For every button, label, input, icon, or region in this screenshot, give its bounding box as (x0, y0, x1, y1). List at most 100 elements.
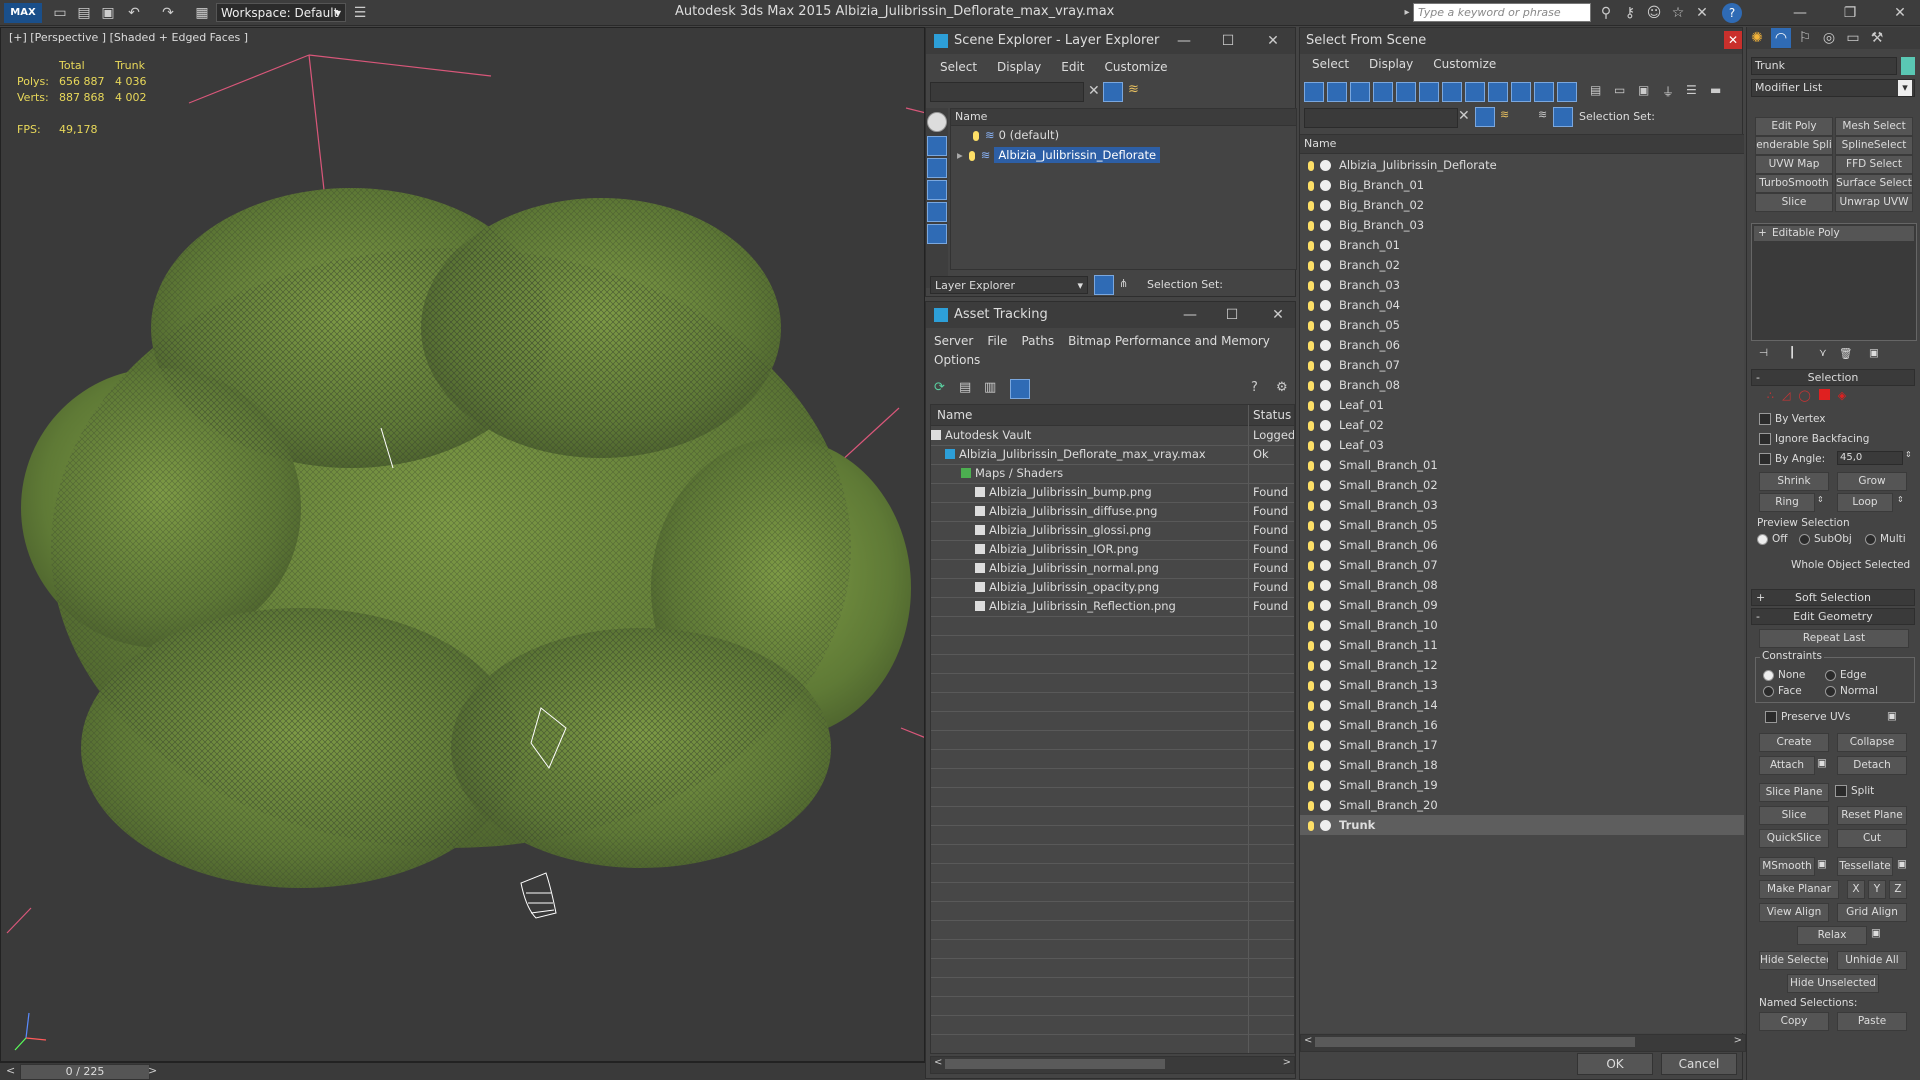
object-row[interactable]: Small_Branch_18 (1300, 755, 1744, 775)
exchange-icon[interactable]: ✕ (1692, 3, 1712, 23)
by-vertex-checkbox[interactable]: By Vertex (1759, 413, 1826, 425)
display-cameras-icon[interactable] (1373, 82, 1393, 102)
display-helpers-icon[interactable] (927, 202, 947, 222)
loop-button[interactable]: Loop (1837, 493, 1893, 512)
object-row[interactable]: Small_Branch_01 (1300, 455, 1744, 475)
relax-button[interactable]: Relax (1797, 926, 1867, 945)
light-bulb-icon[interactable] (1308, 160, 1314, 171)
detach-button[interactable]: Detach (1837, 756, 1907, 775)
workspace-dropdown[interactable]: Workspace: Default ▾ (216, 3, 346, 22)
project-folder-icon[interactable]: ▦ (192, 3, 212, 23)
object-row[interactable]: Small_Branch_06 (1300, 535, 1744, 555)
attach-list-icon[interactable]: ▣ (1817, 757, 1827, 769)
time-slider-thumb[interactable]: 0 / 225 (20, 1064, 150, 1080)
object-row[interactable]: Leaf_02 (1300, 415, 1744, 435)
light-bulb-icon[interactable] (1308, 520, 1314, 531)
modifier-list-dropdown[interactable]: Modifier List ▾ (1751, 79, 1915, 97)
display-lights-icon[interactable] (927, 158, 947, 178)
restore-icon[interactable]: ❐ (1840, 3, 1860, 23)
user-icon[interactable]: ☺ (1644, 3, 1664, 23)
light-bulb-icon[interactable] (1308, 240, 1314, 251)
light-bulb-icon[interactable] (1308, 660, 1314, 671)
light-bulb-icon[interactable] (1308, 760, 1314, 771)
asset-row[interactable]: Albizia_Julibrissin_diffuse.png Found (931, 502, 1294, 522)
workspace-menu-icon[interactable]: ☰ (350, 3, 370, 23)
object-row[interactable]: Small_Branch_20 (1300, 795, 1744, 815)
show-end-result-icon[interactable]: ┃ (1789, 347, 1795, 359)
object-row[interactable]: Small_Branch_07 (1300, 555, 1744, 575)
msmooth-button[interactable]: MSmooth (1759, 857, 1815, 876)
reset-plane-button[interactable]: Reset Plane (1837, 806, 1907, 825)
pin-stack-icon[interactable]: ⊣ (1759, 347, 1768, 359)
hide-selected-button[interactable]: Hide Selected (1759, 951, 1829, 970)
help-icon[interactable]: ? (1722, 3, 1742, 23)
display-shapes-icon[interactable] (1327, 82, 1347, 102)
maximize-icon[interactable]: ☐ (1216, 32, 1240, 50)
modifier-button[interactable]: TurboSmooth (1755, 174, 1833, 193)
asset-col-status[interactable]: Status (1253, 408, 1291, 422)
repeat-last-button[interactable]: Repeat Last (1759, 629, 1909, 648)
object-row[interactable]: Small_Branch_05 (1300, 515, 1744, 535)
object-row[interactable]: Small_Branch_14 (1300, 695, 1744, 715)
light-bulb-icon[interactable] (1308, 540, 1314, 551)
menu-bitmap-performance[interactable]: Bitmap Performance and Memory (1068, 334, 1270, 348)
layer-toggle-icon[interactable] (1094, 275, 1114, 295)
display-cameras-icon[interactable] (927, 180, 947, 200)
open-folder-icon[interactable]: ▤ (74, 3, 94, 23)
object-row[interactable]: Small_Branch_17 (1300, 735, 1744, 755)
menu-select[interactable]: Select (940, 60, 977, 74)
scroll-left-icon[interactable]: < (934, 1057, 942, 1068)
display-xrefs-icon[interactable] (1465, 82, 1485, 102)
asset-row[interactable]: Albizia_Julibrissin_IOR.png Found (931, 540, 1294, 560)
make-unique-icon[interactable]: ⋎ (1819, 347, 1827, 359)
select-search-input[interactable] (1304, 108, 1458, 128)
asset-row[interactable]: Albizia_Julibrissin_opacity.png Found (931, 578, 1294, 598)
object-row[interactable]: Big_Branch_03 (1300, 215, 1744, 235)
configure-modifier-sets-icon[interactable]: ▣ (1869, 347, 1879, 359)
object-row[interactable]: Branch_02 (1300, 255, 1744, 275)
new-file-icon[interactable]: ▭ (50, 3, 70, 23)
scene-explorer-search-input[interactable] (930, 82, 1084, 102)
close-icon[interactable]: ✕ (1724, 31, 1742, 49)
scroll-right-icon[interactable]: > (1734, 1035, 1742, 1046)
light-bulb-icon[interactable] (1308, 500, 1314, 511)
binoculars-icon[interactable]: ⚲ (1596, 3, 1616, 23)
maximize-icon[interactable]: ☐ (1220, 306, 1244, 324)
slice-button[interactable]: Slice (1759, 806, 1829, 825)
modifier-button[interactable]: enderable Spli (1755, 136, 1833, 155)
asset-col-name[interactable]: Name (937, 408, 972, 422)
display-lights-icon[interactable] (1350, 82, 1370, 102)
menu-options[interactable]: Options (934, 353, 980, 367)
light-bulb-icon[interactable] (1308, 380, 1314, 391)
asset-row[interactable]: Albizia_Julibrissin_Reflection.png Found (931, 597, 1294, 617)
edge-mode-icon[interactable]: ◿ (1782, 389, 1790, 402)
object-row[interactable]: Small_Branch_09 (1300, 595, 1744, 615)
object-row[interactable]: Small_Branch_11 (1300, 635, 1744, 655)
modifier-button[interactable]: Mesh Select (1835, 117, 1913, 136)
modifier-button[interactable]: Unwrap UVW (1835, 193, 1913, 212)
expand-arrow-icon[interactable]: ▸ (957, 148, 963, 162)
stack-item-editable-poly[interactable]: + Editable Poly (1754, 226, 1914, 241)
preview-subobj-radio[interactable]: SubObj (1799, 533, 1852, 545)
ring-button[interactable]: Ring (1759, 493, 1815, 512)
display-tab-icon[interactable]: ▭ (1843, 28, 1863, 48)
object-row[interactable]: Small_Branch_03 (1300, 495, 1744, 515)
display-helpers-icon[interactable] (1396, 82, 1416, 102)
time-slider[interactable]: < 0 / 225 > (0, 1062, 925, 1080)
display-containers-icon[interactable] (1511, 82, 1531, 102)
object-name-input[interactable]: Trunk (1751, 57, 1897, 75)
light-bulb-icon[interactable] (1308, 340, 1314, 351)
refresh-icon[interactable]: ⟳ (934, 380, 945, 395)
scroll-right-icon[interactable]: > (1283, 1057, 1291, 1068)
element-mode-icon[interactable]: ◈ (1838, 389, 1846, 402)
light-bulb-icon[interactable] (1308, 640, 1314, 651)
timeline-next-icon[interactable]: > (148, 1064, 157, 1077)
clear-search-icon[interactable]: ✕ (1458, 108, 1470, 124)
ok-button[interactable]: OK (1577, 1053, 1653, 1075)
planar-y-button[interactable]: Y (1868, 880, 1886, 899)
menu-paths[interactable]: Paths (1021, 334, 1054, 348)
planar-x-button[interactable]: X (1847, 880, 1865, 899)
object-row[interactable]: Big_Branch_01 (1300, 175, 1744, 195)
display-all-icon[interactable] (927, 112, 947, 132)
menu-server[interactable]: Server (934, 334, 973, 348)
